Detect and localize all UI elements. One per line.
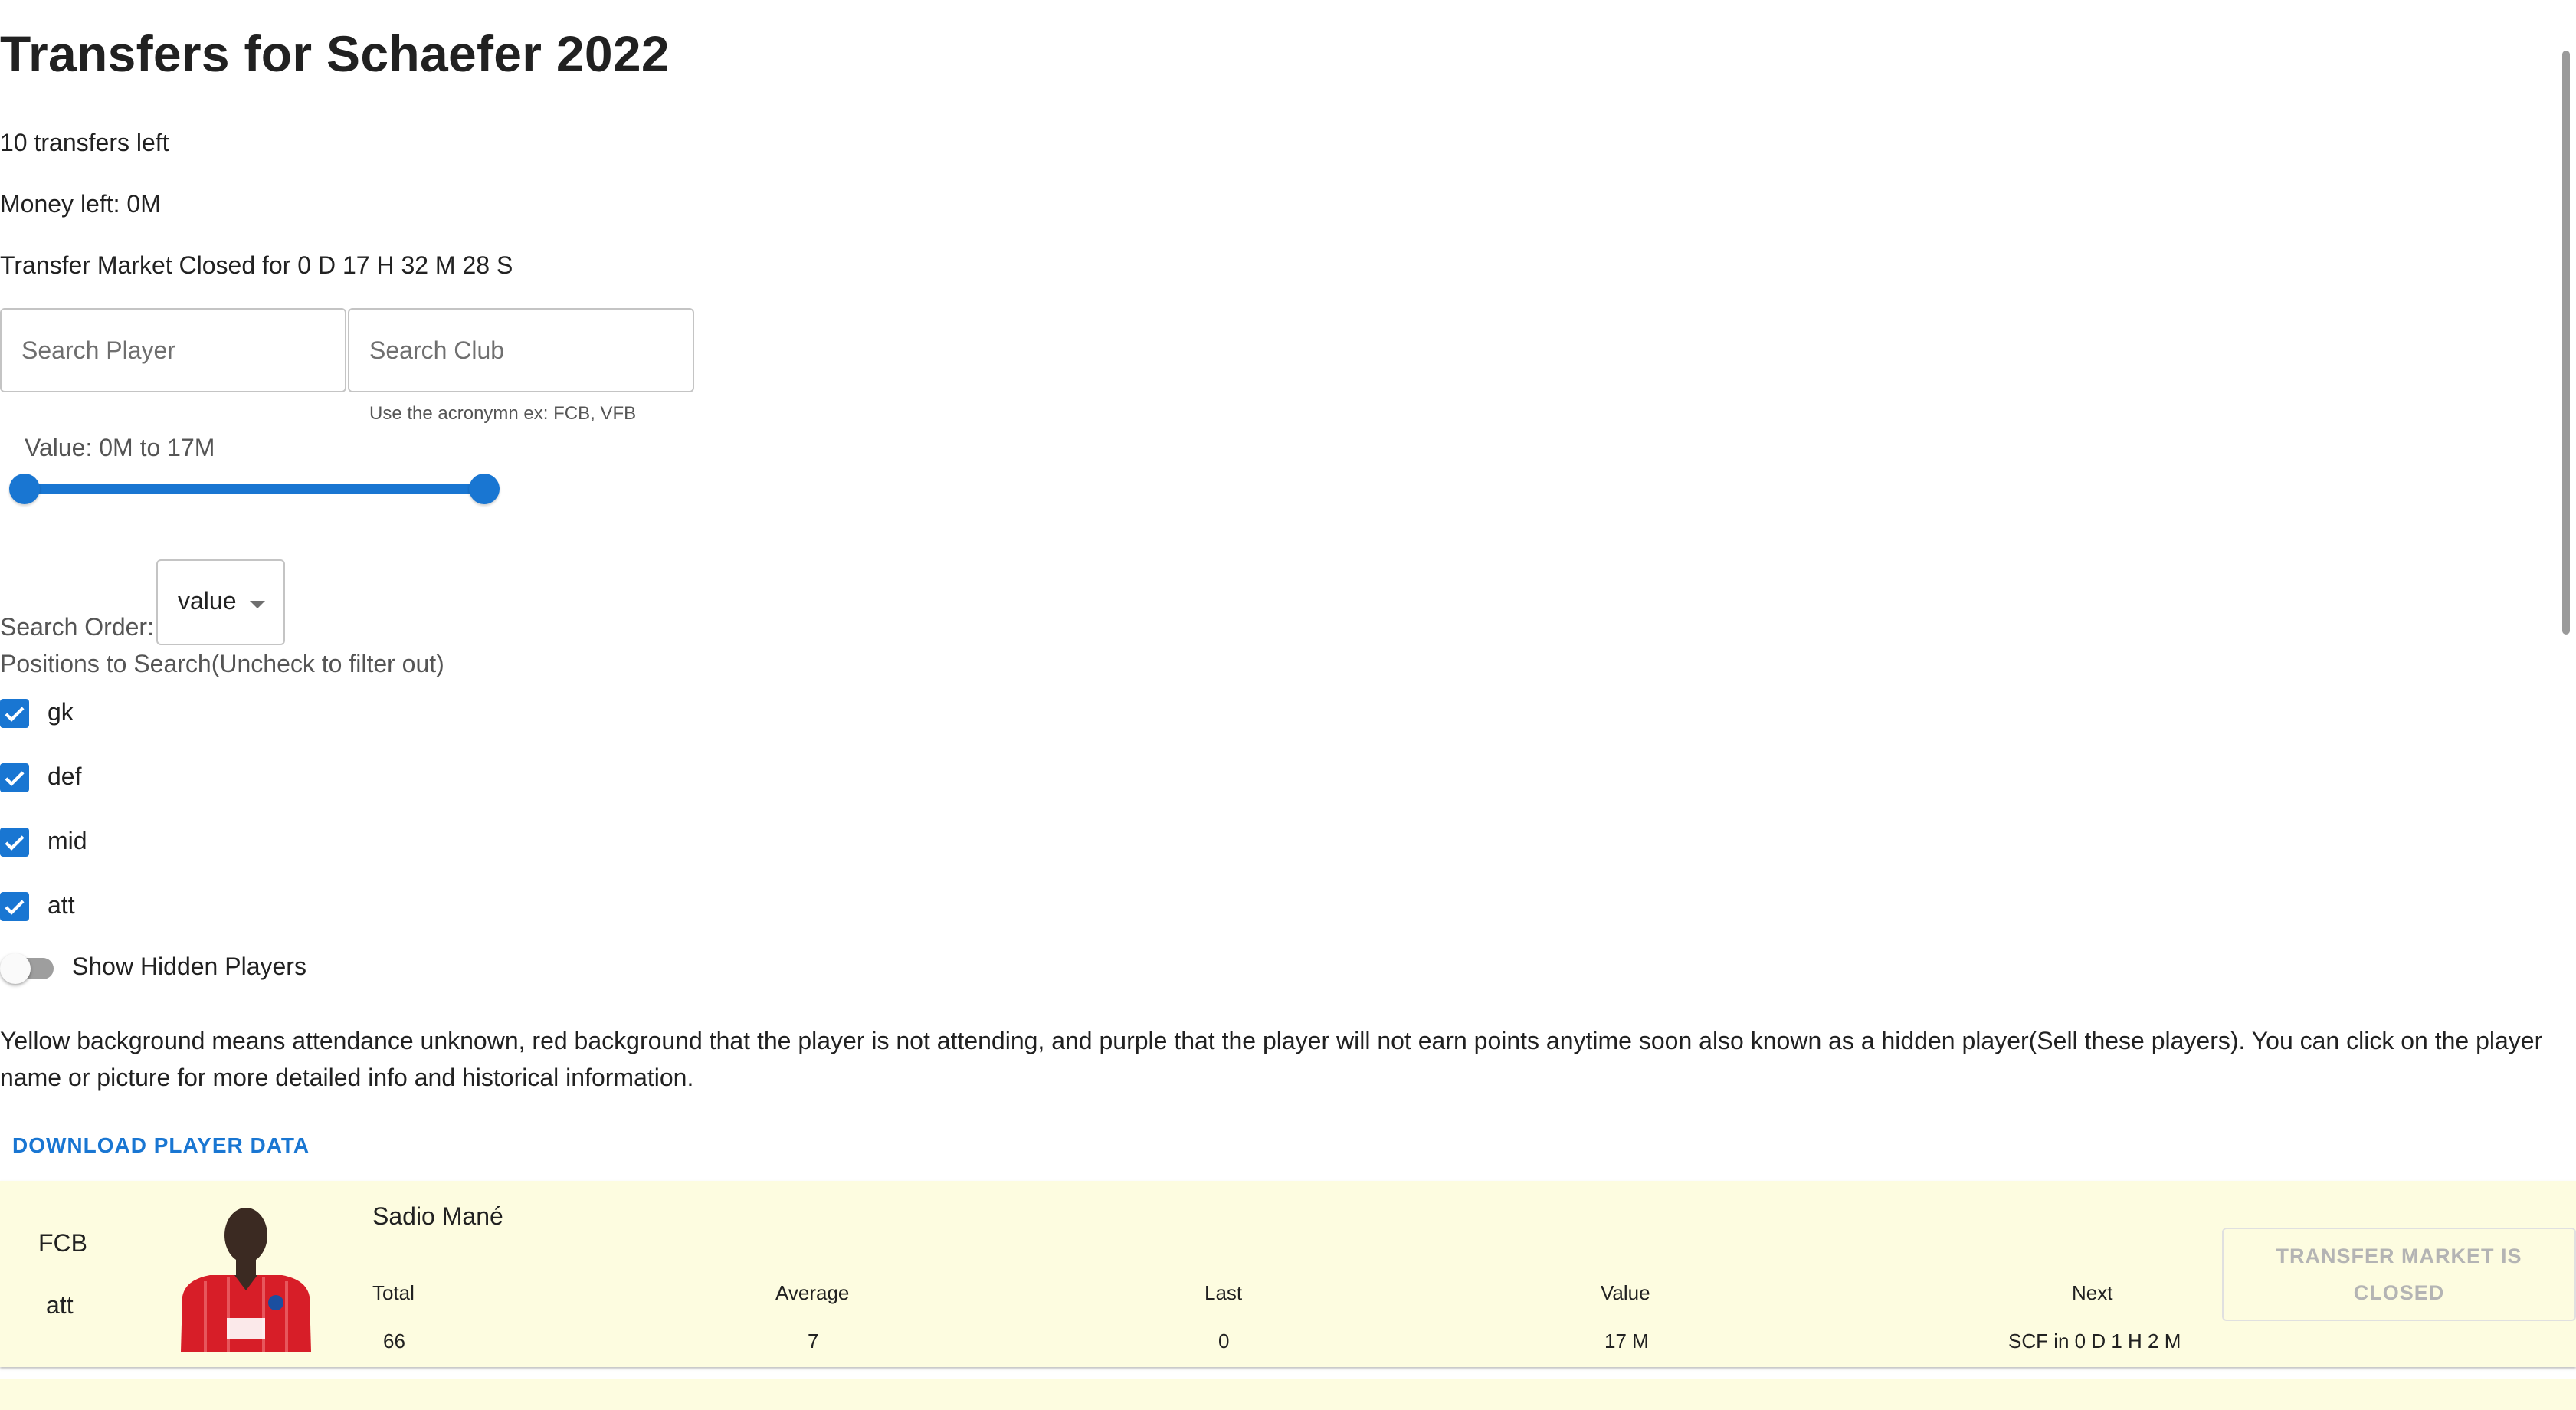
stat-header-value: Value	[1601, 1281, 1650, 1304]
stat-last: 0	[1218, 1330, 1230, 1353]
page-title: Transfers for Schaefer 2022	[0, 25, 670, 82]
dropdown-arrow-icon	[250, 601, 265, 608]
search-order-label: Search Order:	[0, 613, 154, 641]
positions-label: Positions to Search(Uncheck to filter ou…	[0, 650, 444, 677]
transfer-button[interactable]: TRANSFER MARKET IS CLOSED	[2222, 1228, 2576, 1321]
value-slider-track[interactable]	[25, 484, 484, 494]
player-name[interactable]: Sadio Mané	[372, 1202, 503, 1231]
player-photo[interactable]	[175, 1195, 317, 1352]
legend-info-text: Yellow background means attendance unkno…	[0, 1027, 2543, 1091]
stat-header-total: Total	[372, 1281, 415, 1304]
search-player-input[interactable]	[2, 310, 345, 391]
player-position: att	[46, 1291, 74, 1319]
show-hidden-toggle[interactable]	[0, 953, 31, 984]
search-order-select[interactable]: value	[156, 559, 285, 645]
club-helper-text: Use the acronymn ex: FCB, VFB	[369, 403, 637, 424]
checkmark-icon	[5, 900, 25, 915]
stat-header-next: Next	[2072, 1281, 2113, 1304]
search-order-value: value	[178, 587, 237, 615]
transfers-left-text: 10 transfers left	[0, 129, 169, 156]
checkbox-att[interactable]	[0, 892, 29, 921]
stat-next: SCF in 0 D 1 H 2 M	[2008, 1330, 2181, 1353]
stat-value: 17 M	[1604, 1330, 1649, 1353]
player-card-next	[0, 1379, 2576, 1410]
stat-header-average: Average	[775, 1281, 850, 1304]
show-hidden-label: Show Hidden Players	[72, 953, 306, 980]
checkbox-label-mid: mid	[48, 827, 87, 854]
download-player-data-button[interactable]: DOWNLOAD PLAYER DATA	[12, 1133, 310, 1158]
page-scrollbar[interactable]	[2562, 51, 2570, 634]
checkbox-gk[interactable]	[0, 699, 29, 728]
value-slider-label: Value: 0M to 17M	[25, 434, 215, 461]
value-slider-max-thumb[interactable]	[469, 474, 500, 504]
value-slider-min-thumb[interactable]	[9, 474, 40, 504]
checkmark-icon	[5, 771, 25, 786]
stat-header-last: Last	[1204, 1281, 1243, 1304]
checkbox-label-def: def	[48, 762, 82, 790]
search-club-input[interactable]	[349, 310, 693, 391]
player-club: FCB	[38, 1229, 87, 1257]
checkmark-icon	[5, 835, 25, 851]
market-status-text: Transfer Market Closed for 0 D 17 H 32 M…	[0, 251, 513, 279]
search-club-field[interactable]	[348, 308, 694, 392]
stat-average: 7	[808, 1330, 819, 1353]
checkbox-label-att: att	[48, 891, 75, 919]
money-left-text: Money left: 0M	[0, 190, 161, 218]
checkbox-def[interactable]	[0, 763, 29, 792]
checkmark-icon	[5, 707, 25, 722]
stat-total: 66	[383, 1330, 405, 1353]
checkbox-mid[interactable]	[0, 828, 29, 857]
search-player-field[interactable]	[0, 308, 346, 392]
checkbox-label-gk: gk	[48, 698, 74, 726]
